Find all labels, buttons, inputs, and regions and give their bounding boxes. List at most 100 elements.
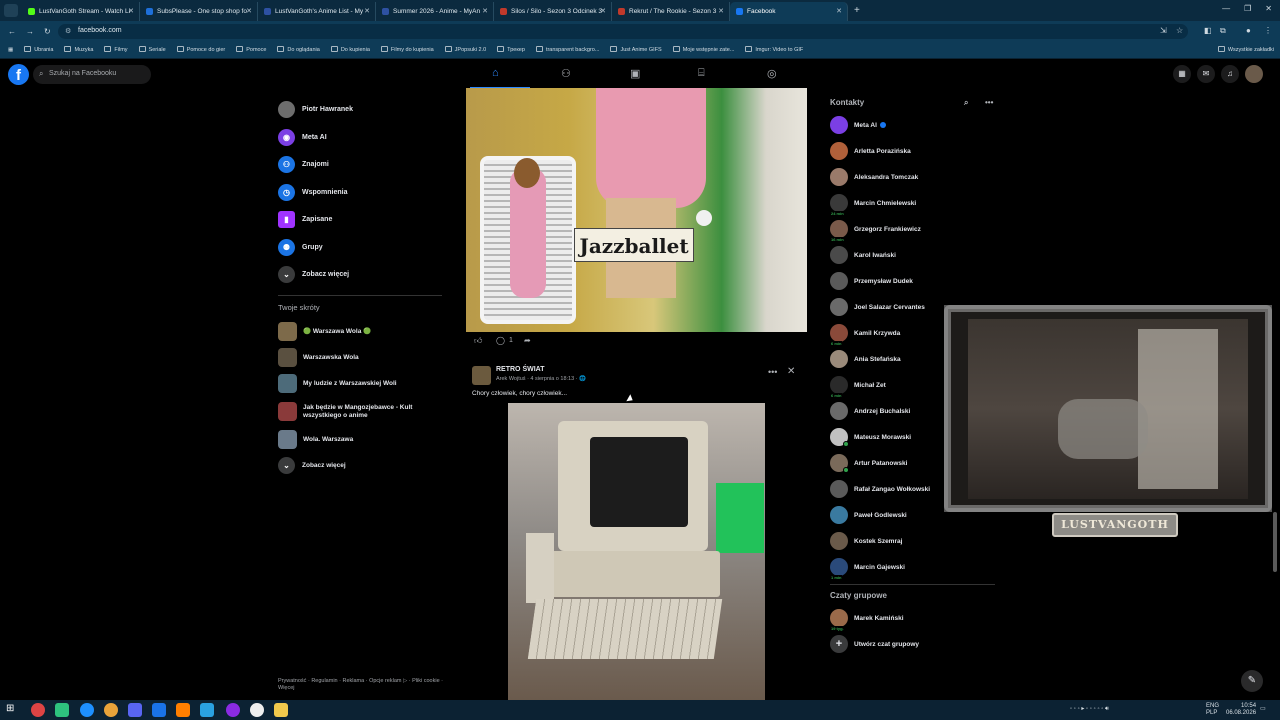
- app-icon[interactable]: [226, 703, 240, 717]
- profile-icon[interactable]: ●: [1246, 26, 1251, 35]
- post-image[interactable]: Jazzballet: [466, 88, 807, 332]
- new-message-icon[interactable]: ✎: [1241, 670, 1263, 692]
- bookmark[interactable]: JPopsuki 2.0: [444, 46, 486, 53]
- app-icon[interactable]: [250, 703, 264, 717]
- menu-grid-icon[interactable]: ▦: [1173, 65, 1191, 83]
- bookmark[interactable]: Pomoce: [236, 46, 266, 53]
- bookmark[interactable]: Filmy do kupienia: [380, 46, 434, 53]
- messenger-icon[interactable]: ✉: [1197, 65, 1215, 83]
- sidebar-item-see-more[interactable]: ⌄ Zobacz więcej: [278, 261, 448, 289]
- close-icon[interactable]: ✕: [787, 366, 795, 377]
- marketplace-icon[interactable]: ⌸: [698, 67, 705, 80]
- tray-icons[interactable]: ◦ ◦ ◦ ▸ ◦ ◦ ◦ ◦ ◦ 🔊︎: [1070, 705, 1109, 713]
- discord-icon[interactable]: [128, 703, 142, 717]
- back-icon[interactable]: ←: [8, 27, 16, 36]
- apps-icon[interactable]: ▦: [8, 47, 13, 53]
- page-avatar[interactable]: [472, 366, 491, 385]
- site-info-icon[interactable]: ⚙: [65, 27, 71, 35]
- contact-item[interactable]: 1 min Marcin Gajewski: [830, 554, 995, 580]
- gaming-icon[interactable]: ◎: [767, 67, 777, 80]
- bookmark[interactable]: Pomoce do gier: [176, 46, 225, 53]
- close-icon[interactable]: ✕: [364, 7, 370, 15]
- address-bar[interactable]: ⚙ facebook.com: [58, 24, 1188, 39]
- clock[interactable]: 10:54 06.08.2026: [1226, 703, 1256, 717]
- search-icon[interactable]: ⌕: [964, 98, 968, 108]
- app-icon[interactable]: [104, 703, 118, 717]
- extension-icon[interactable]: ◧: [1204, 26, 1212, 35]
- notifications-icon[interactable]: ♫: [1221, 65, 1239, 83]
- bookmark[interactable]: Трекер: [497, 46, 525, 53]
- bookmark[interactable]: Moje wstępnie zate...: [672, 46, 734, 53]
- more-options-icon[interactable]: •••: [768, 367, 777, 377]
- file-explorer-icon[interactable]: [274, 703, 288, 717]
- contact-item[interactable]: Arletta Porazińska: [830, 138, 995, 164]
- sidebar-item-groups[interactable]: ⚉ Grupy: [278, 234, 448, 262]
- sidebar-item-friends[interactable]: ⚇ Znajomi: [278, 151, 448, 179]
- language-indicator[interactable]: ENG PLP: [1206, 703, 1219, 717]
- tab-search-button[interactable]: [4, 4, 18, 17]
- sidebar-item-saved[interactable]: ▮ Zapisane: [278, 206, 448, 234]
- close-icon[interactable]: ✕: [836, 7, 842, 15]
- search-input[interactable]: ⌕ Szukaj na Facebooku: [33, 65, 151, 84]
- bookmark-star-icon[interactable]: ☆: [1176, 26, 1183, 35]
- install-icon[interactable]: ⇲: [1160, 26, 1167, 35]
- video-icon[interactable]: ▣: [630, 67, 640, 80]
- shortcut-item[interactable]: Jak będzie w Mangozjebawce - Kult wszyst…: [278, 397, 448, 427]
- facebook-logo[interactable]: f: [8, 64, 29, 85]
- shortcut-item[interactable]: Wola. Warszawa: [278, 427, 448, 453]
- close-icon[interactable]: ✕: [128, 7, 134, 15]
- comment-icon[interactable]: ◯: [496, 336, 505, 345]
- contact-item[interactable]: Karol Iwański: [830, 242, 995, 268]
- bookmark[interactable]: Filmy: [104, 46, 128, 53]
- all-bookmarks[interactable]: Wszystkie zakładki: [1217, 46, 1274, 53]
- minimize-icon[interactable]: —: [1222, 4, 1230, 13]
- app-icon[interactable]: [55, 703, 69, 717]
- bookmark[interactable]: Just Anime GIFS: [610, 46, 662, 53]
- sidebar-item-profile[interactable]: Piotr Hawranek: [278, 96, 448, 124]
- forward-icon[interactable]: →: [26, 27, 34, 36]
- post-author[interactable]: RETRO ŚWIAT: [496, 366, 544, 373]
- like-icon[interactable]: 👍︎: [474, 336, 482, 346]
- vlc-icon[interactable]: [176, 703, 190, 717]
- sidebar-item-memories[interactable]: ◷ Wspomnienia: [278, 179, 448, 207]
- puzzle-icon[interactable]: ⧉: [1220, 26, 1226, 36]
- close-icon[interactable]: ✕: [718, 7, 724, 15]
- scrollbar-thumb[interactable]: [1273, 512, 1277, 572]
- shortcut-item[interactable]: 🟢 Warszawa Wola 🟢: [278, 319, 448, 345]
- contact-item[interactable]: 24 min Marcin Chmielewski: [830, 190, 995, 216]
- telegram-icon[interactable]: [200, 703, 214, 717]
- contact-item[interactable]: 16 min Grzegorz Frankiewicz: [830, 216, 995, 242]
- app-icon[interactable]: [80, 703, 94, 717]
- notifications-icon[interactable]: ▭: [1260, 705, 1266, 712]
- maximize-icon[interactable]: ❐: [1244, 4, 1251, 13]
- footer-links[interactable]: Prywatność · Regulamin · Reklama · Opcje…: [278, 678, 443, 692]
- close-icon[interactable]: ✕: [246, 7, 252, 15]
- scrollbar[interactable]: [1272, 92, 1278, 698]
- friends-nav-icon[interactable]: ⚇: [561, 67, 571, 80]
- bookmark[interactable]: Muzyka: [64, 46, 93, 53]
- menu-icon[interactable]: ⋮: [1264, 26, 1272, 35]
- post-image[interactable]: [466, 403, 807, 701]
- bookmark[interactable]: Ubrania: [24, 46, 53, 53]
- browser-tab[interactable]: Summer 2026 - Anime - MyAn ✕: [376, 2, 494, 21]
- reload-icon[interactable]: ↻: [44, 27, 51, 36]
- browser-tab[interactable]: Silos / Silo - Sezon 3 Odcinek 3 ✕: [494, 2, 612, 21]
- bookmark[interactable]: Do kupienia: [330, 46, 370, 53]
- bookmark[interactable]: Seriale: [138, 46, 166, 53]
- shortcuts-see-more[interactable]: ⌄ Zobacz więcej: [278, 453, 448, 479]
- bookmark[interactable]: Do oglądania: [277, 46, 320, 53]
- contact-item[interactable]: Aleksandra Tomczak: [830, 164, 995, 190]
- browser-tab[interactable]: Rekrut / The Rookie - Sezon 3 ✕: [612, 2, 730, 21]
- contact-item[interactable]: Kostek Szemraj: [830, 528, 995, 554]
- windows-start-icon[interactable]: ⊞: [6, 703, 20, 717]
- browser-tab[interactable]: LustVanGoth Stream - Watch Li ✕: [22, 2, 140, 21]
- create-group-chat-button[interactable]: + Utwórz czat grupowy: [830, 631, 995, 657]
- contact-item[interactable]: Meta AI: [830, 112, 995, 138]
- share-icon[interactable]: ➦: [524, 336, 531, 345]
- home-icon[interactable]: ⌂: [492, 67, 499, 79]
- new-tab-button[interactable]: +: [854, 5, 860, 16]
- app-icon[interactable]: [152, 703, 166, 717]
- bookmark[interactable]: transparent backgro...: [535, 46, 599, 53]
- bookmark[interactable]: Imgur: Video to GIF: [745, 46, 803, 53]
- close-icon[interactable]: ✕: [600, 7, 606, 15]
